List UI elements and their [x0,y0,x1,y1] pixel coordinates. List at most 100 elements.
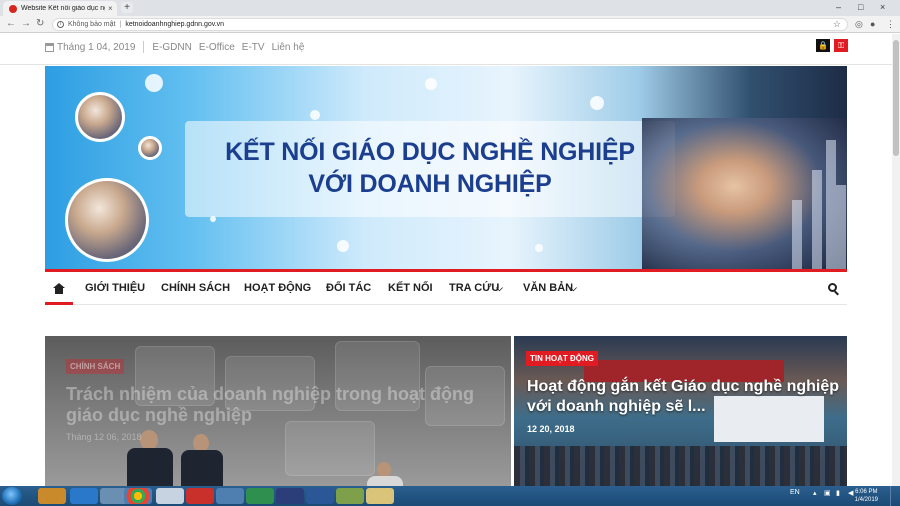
banner-dot [590,96,604,110]
bookmark-star-icon[interactable]: ☆ [833,19,841,30]
tray-arrow-icon[interactable]: ▴ [813,489,817,497]
person-head [140,430,158,450]
document-icon[interactable] [156,488,184,504]
featured-article-left[interactable]: CHÍNH SÁCH Trách nhiệm của doanh nghiệp … [45,336,511,486]
person-figure [127,448,173,486]
banner-title-line1: KẾT NỐI GIÁO DỤC NGHỀ NGHIỆP [225,138,635,166]
banner-title-backdrop [185,121,675,217]
system-clock[interactable]: 6:06 PM 1/4/2019 [855,488,878,504]
nav-item-ket-noi[interactable]: KẾT NỐI [388,272,433,305]
person-figure [367,476,403,486]
explorer-icon[interactable] [38,488,66,504]
folder-icon[interactable] [366,488,394,504]
login-lock-icon[interactable]: 🔒 [816,39,830,52]
photoshop-icon[interactable] [276,488,304,504]
back-arrow-icon[interactable]: ← [6,17,16,31]
network-tray-icon[interactable]: ▮ [836,489,840,497]
banner-photo-training [65,178,149,262]
info-icon[interactable]: i [57,21,64,28]
search-icon[interactable] [828,283,837,292]
puzzle-piece [285,421,375,476]
article-title[interactable]: Trách nhiệm của doanh nghiệp trong hoạt … [66,384,506,426]
nav-item-chinh-sach[interactable]: CHÍNH SÁCH [161,272,230,305]
app-icon[interactable] [216,488,244,504]
url-text[interactable]: ketnoidoanhnghiep.gdnn.gov.vn [125,21,224,28]
forward-arrow-icon[interactable]: → [21,17,31,31]
nav-item-van-ban[interactable]: VĂN BẢN [523,272,573,305]
site-banner[interactable]: KẾT NỐI GIÁO DỤC NGHỀ NGHIỆP VỚI DOANH N… [45,66,847,270]
web-page: Tháng 1 04, 2019 E-GDNN E-Office E-TV Li… [0,34,900,486]
maximize-icon[interactable]: □ [858,0,863,14]
tab-close-icon[interactable]: × [108,4,113,13]
article-date: Tháng 12 06, 2018 [66,432,142,442]
banner-dot [310,110,320,120]
profile-icon[interactable]: ● [870,18,875,31]
banner-dot [425,78,437,90]
address-bar[interactable]: i Không bảo mật | ketnoidoanhnghiep.gdnn… [52,18,848,31]
chrome-icon[interactable] [124,488,152,504]
link-e-tv[interactable]: E-TV [242,42,265,53]
ie-icon[interactable] [70,488,98,504]
topbar-divider-line [0,64,900,65]
calendar-icon [45,42,54,52]
reload-icon[interactable]: ↻ [36,17,44,31]
browser-toolbar: ← → ↻ i Không bảo mật | ketnoidoanhnghie… [0,16,900,33]
article-category-badge[interactable]: CHÍNH SÁCH [66,359,125,374]
word-icon[interactable] [306,488,334,504]
start-button[interactable] [2,487,22,505]
key-icon[interactable]: ⚿ [834,39,848,52]
article-category-badge[interactable]: TIN HOẠT ĐỘNG [526,351,598,366]
banner-building [836,185,846,270]
link-e-gdnn[interactable]: E-GDNN [152,42,191,53]
nav-item-tra-cuu[interactable]: TRA CỨU [449,272,499,305]
banner-photo-workers [75,92,125,142]
link-contact[interactable]: Liên hệ [272,42,305,53]
top-info-bar: Tháng 1 04, 2019 E-GDNN E-Office E-TV Li… [45,39,847,55]
language-indicator[interactable]: EN [790,489,800,496]
browser-tab-strip: Website Kết nối giáo dục nghề ng × + – □… [0,0,900,16]
banner-dot [337,240,349,252]
main-navigation: GIỚI THIỆU CHÍNH SÁCH HOẠT ĐỘNG ĐỐI TÁC … [45,272,847,305]
vertical-scrollbar[interactable] [892,34,900,486]
chevron-down-icon[interactable]: ⌵ [496,272,503,305]
banner-handshake-image [642,118,847,270]
home-icon-base [55,288,63,294]
article-title[interactable]: Hoạt động gắn kết Giáo dục nghề nghiệp v… [527,377,842,417]
address-separator: | [119,21,122,28]
banner-dot [535,244,543,252]
security-label: Không bảo mật [68,21,116,28]
site-favicon-icon [9,4,17,13]
show-desktop-button[interactable] [890,486,900,506]
nav-item-doi-tac[interactable]: ĐỐI TÁC [326,272,371,305]
browser-tab[interactable]: Website Kết nối giáo dục nghề ng × [3,1,117,16]
menu-dots-icon[interactable]: ⋮ [886,18,895,31]
app-icon[interactable] [336,488,364,504]
conference-audience [514,446,847,486]
scrollbar-thumb[interactable] [893,40,899,156]
new-tab-button[interactable]: + [121,2,133,13]
volume-icon[interactable]: ◀ [848,489,853,497]
banner-title-line2: VỚI DOANH NGHIỆP [308,170,552,198]
banner-building [812,170,822,270]
extension-icon[interactable]: ◎ [855,18,863,31]
clock-time: 6:06 PM [855,489,878,495]
tray-app-icon[interactable]: ▣ [824,489,831,497]
nav-item-hoat-dong[interactable]: HOẠT ĐỘNG [244,272,311,305]
minimize-icon[interactable]: – [836,0,841,14]
link-e-office[interactable]: E-Office [199,42,235,53]
home-button[interactable] [45,272,73,305]
pdf-icon[interactable] [186,488,214,504]
network-icon[interactable] [246,488,274,504]
close-window-icon[interactable]: × [880,0,885,14]
article-date: 12 20, 2018 [527,424,575,434]
nav-item-gioi-thieu[interactable]: GIỚI THIỆU [85,272,145,305]
chevron-down-icon[interactable]: ⌵ [570,272,577,305]
current-date: Tháng 1 04, 2019 [57,41,136,53]
windows-taskbar: EN ▴ ▣ ▮ ◀ 6:06 PM 1/4/2019 [0,486,900,506]
banner-dot [145,74,163,92]
tab-title: Website Kết nối giáo dục nghề ng [21,5,105,12]
topbar-divider [143,41,145,53]
banner-building [792,200,802,270]
featured-article-right[interactable]: TIN HOẠT ĐỘNG Hoạt động gắn kết Giáo dục… [514,336,847,486]
banner-photo-small [138,136,162,160]
